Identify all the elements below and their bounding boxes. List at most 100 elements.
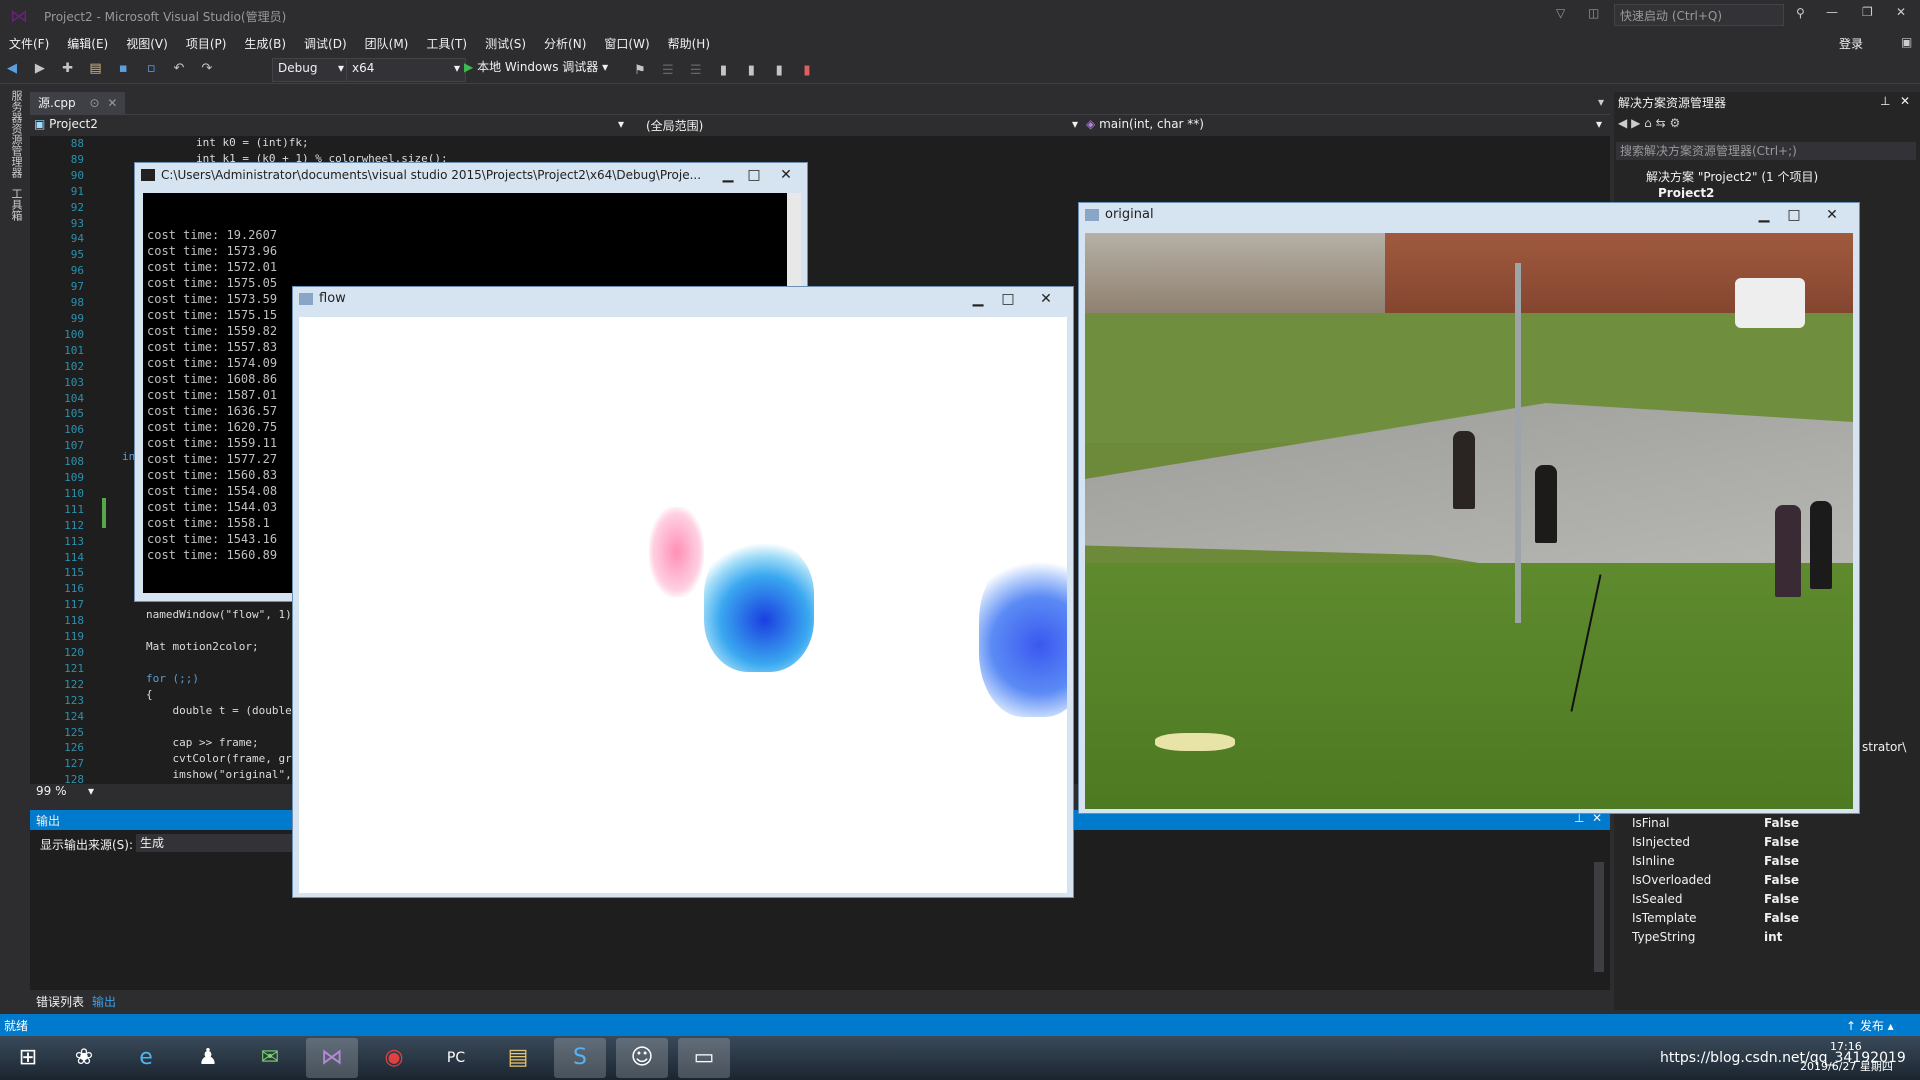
close-button[interactable]: ✕ <box>1896 5 1906 19</box>
server-explorer-tab[interactable]: 服务器资源管理器 <box>8 90 24 178</box>
property-row[interactable]: IsFinal False <box>1632 816 1912 835</box>
menu-edit[interactable]: 编辑(E) <box>58 32 117 55</box>
login-link[interactable]: 登录 <box>1830 32 1872 55</box>
feedback-icon[interactable]: ◫ <box>1588 6 1599 20</box>
code-line-126: cap >> frame; <box>146 736 259 749</box>
console-titlebar[interactable]: C:\Users\Administrator\documents\visual … <box>135 163 807 189</box>
truncated-path: strator\ <box>1862 740 1907 754</box>
flow-titlebar[interactable]: flow ▁ □ ✕ <box>293 287 1073 313</box>
taskbar-app-sogou[interactable]: S <box>554 1038 606 1078</box>
redo-icon[interactable]: ↷ <box>198 60 216 78</box>
scope-dropdown[interactable]: (全局范围) ▾ <box>646 117 1078 135</box>
property-row[interactable]: IsOverloaded False <box>1632 873 1912 892</box>
minimize-button[interactable]: ▁ <box>715 166 741 184</box>
output-scrollbar[interactable] <box>1594 862 1604 972</box>
save-icon[interactable]: ▪ <box>114 60 132 78</box>
pin-icon[interactable]: ⊥ <box>1880 94 1890 108</box>
indent-icon[interactable]: ☰ <box>659 62 677 80</box>
close-button[interactable]: ✕ <box>1033 290 1059 308</box>
code-line-123: { <box>146 688 153 701</box>
zoom-select[interactable]: 99 % ▾ <box>32 784 94 802</box>
restore-button[interactable]: ❐ <box>1862 5 1873 19</box>
bookmark-icon[interactable]: ▮ <box>714 62 732 80</box>
tab-output[interactable]: 输出 <box>92 993 116 1010</box>
open-file-icon[interactable]: ▤ <box>86 60 104 78</box>
maximize-button[interactable]: □ <box>741 166 767 184</box>
menu-tools[interactable]: 工具(T) <box>417 32 476 55</box>
run-debugger-button[interactable]: ▶ 本地 Windows 调试器 ▾ <box>464 58 608 78</box>
menu-test[interactable]: 测试(S) <box>476 32 535 55</box>
properties-icon[interactable]: ⚙ <box>1669 116 1680 130</box>
filter-icon[interactable]: ▽ <box>1556 6 1565 20</box>
function-dropdown[interactable]: ◈ main(int, char **) ▾ <box>1086 117 1602 135</box>
close-button[interactable]: ✕ <box>773 166 799 184</box>
menu-window[interactable]: 窗口(W) <box>595 32 658 55</box>
taskbar-app-cat[interactable]: ☺ <box>616 1038 668 1078</box>
menu-help[interactable]: 帮助(H) <box>659 32 719 55</box>
taskbar-app-vs[interactable]: ⋈ <box>306 1038 358 1078</box>
property-row[interactable]: IsTemplate False <box>1632 911 1912 930</box>
back-icon[interactable]: ◀ <box>1618 116 1627 130</box>
minimize-button[interactable]: ▁ <box>965 290 991 308</box>
taskbar-app-ie[interactable]: e <box>120 1038 172 1078</box>
original-titlebar[interactable]: original ▁ □ ✕ <box>1079 203 1859 229</box>
close-icon[interactable]: ✕ <box>107 96 117 110</box>
attach-icon[interactable]: ⚑ <box>631 62 649 80</box>
property-row[interactable]: IsSealed False <box>1632 892 1912 911</box>
maximize-button[interactable]: □ <box>995 290 1021 308</box>
solution-search-input[interactable]: 搜索解决方案资源管理器(Ctrl+;) <box>1616 142 1916 160</box>
publish-button[interactable]: ↑ 发布 ▴ <box>1846 1017 1894 1034</box>
taskbar-app-color[interactable]: ❀ <box>58 1038 110 1078</box>
bookmark-prev-icon[interactable]: ▮ <box>742 62 760 80</box>
taskbar-app-explorer[interactable]: ▤ <box>492 1038 544 1078</box>
menu-file[interactable]: 文件(F) <box>0 32 58 55</box>
config-select[interactable]: Debug ▾ <box>272 58 350 82</box>
close-button[interactable]: ✕ <box>1819 206 1845 224</box>
original-window[interactable]: original ▁ □ ✕ <box>1078 202 1860 814</box>
menu-analyze[interactable]: 分析(N) <box>535 32 595 55</box>
taskbar-app-music[interactable]: ◉ <box>368 1038 420 1078</box>
maximize-button[interactable]: □ <box>1781 206 1807 224</box>
forward-icon[interactable]: ▶ <box>31 60 49 78</box>
forward-icon[interactable]: ▶ <box>1631 116 1640 130</box>
property-row[interactable]: IsInjected False <box>1632 835 1912 854</box>
flow-window[interactable]: flow ▁ □ ✕ <box>292 286 1074 898</box>
new-project-icon[interactable]: ✚ <box>59 60 77 78</box>
save-all-icon[interactable]: ▫ <box>142 60 160 78</box>
menu-debug[interactable]: 调试(D) <box>295 32 356 55</box>
chevron-down-icon[interactable]: ▾ <box>1598 95 1604 109</box>
solution-node[interactable]: 解决方案 "Project2" (1 个项目) <box>1646 168 1818 185</box>
taskbar-app-wechat[interactable]: ✉ <box>244 1038 296 1078</box>
minimize-button[interactable]: — <box>1826 5 1838 19</box>
bookmark-clear-icon[interactable]: ▮ <box>798 62 816 80</box>
close-icon[interactable]: ✕ <box>1900 94 1910 108</box>
tab-error-list[interactable]: 错误列表 <box>36 993 84 1010</box>
menu-team[interactable]: 团队(M) <box>356 32 418 55</box>
home-icon[interactable]: ⌂ <box>1644 116 1652 130</box>
bookmark-next-icon[interactable]: ▮ <box>770 62 788 80</box>
back-icon[interactable]: ◀ <box>3 60 21 78</box>
minimize-button[interactable]: ▁ <box>1751 206 1777 224</box>
quick-launch-input[interactable]: 快速启动 (Ctrl+Q) <box>1614 4 1784 26</box>
menu-view[interactable]: 视图(V) <box>117 32 177 55</box>
search-icon[interactable]: ⚲ <box>1796 6 1805 20</box>
toolbox-tab[interactable]: 工具箱 <box>8 188 24 221</box>
tray-time[interactable]: 17:16 <box>1830 1040 1862 1053</box>
project-dropdown[interactable]: ▣ Project2 ▾ <box>34 117 624 135</box>
pin-icon[interactable]: ⊙ <box>89 96 99 110</box>
start-button[interactable]: ⊞ <box>2 1038 54 1078</box>
code-line-88: int k0 = (int)fk; <box>196 136 309 149</box>
undo-icon[interactable]: ↶ <box>170 60 188 78</box>
platform-select[interactable]: x64 ▾ <box>346 58 466 82</box>
property-row[interactable]: IsInline False <box>1632 854 1912 873</box>
tray-date[interactable]: 2019/6/27 星期四 <box>1800 1058 1893 1074</box>
account-icon[interactable]: ▣ <box>1892 32 1920 52</box>
menu-project[interactable]: 项目(P) <box>177 32 236 55</box>
taskbar-app-window[interactable]: ▭ <box>678 1038 730 1078</box>
menu-build[interactable]: 生成(B) <box>235 32 295 55</box>
property-row[interactable]: TypeString int <box>1632 930 1912 949</box>
taskbar-app-pycharm[interactable]: PC <box>430 1038 482 1078</box>
outdent-icon[interactable]: ☰ <box>687 62 705 80</box>
taskbar-app-game[interactable]: ♟ <box>182 1038 234 1078</box>
sync-icon[interactable]: ⇆ <box>1656 116 1666 130</box>
